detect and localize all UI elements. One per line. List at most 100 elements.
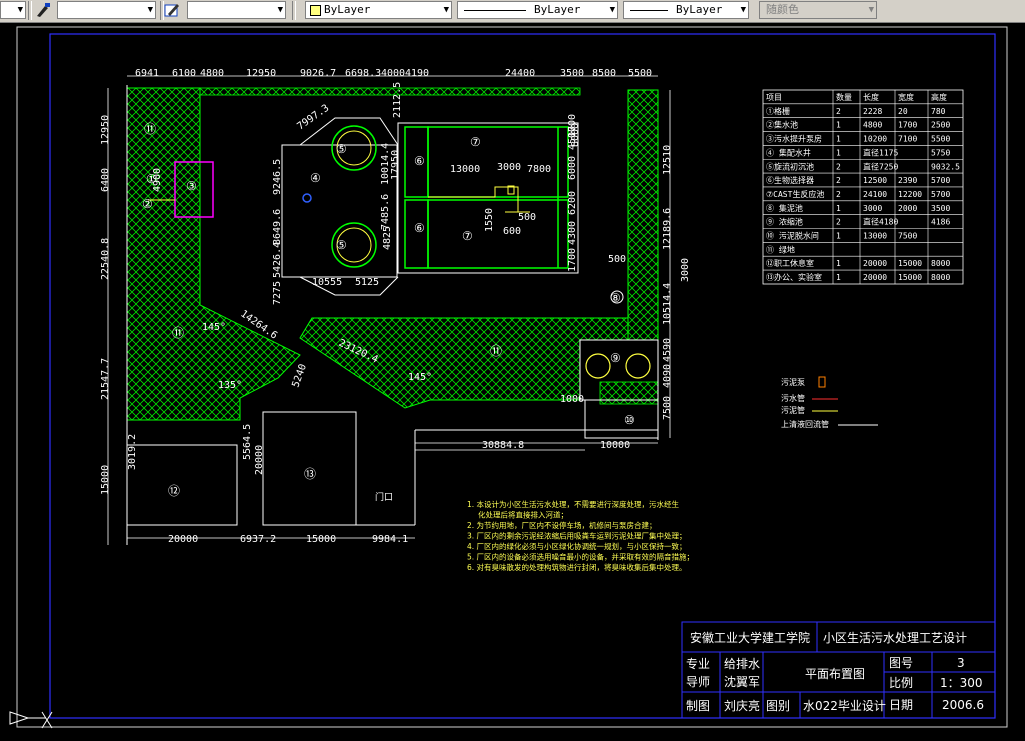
- dim-angle-3: 145°: [408, 372, 432, 383]
- table-cell: ⑪ 绿地: [766, 244, 795, 254]
- textstyle-dropdown[interactable]: ▼: [57, 1, 156, 19]
- chevron-down-icon: ▼: [443, 5, 449, 15]
- chevron-down-icon: ▼: [277, 5, 283, 15]
- table-cell: 1: [836, 204, 841, 213]
- dim-6200: 6200: [567, 191, 578, 215]
- table-cell: 7100: [898, 135, 917, 144]
- dim-right-4: 4590: [662, 338, 673, 362]
- project-name: 小区生活污水处理工艺设计: [823, 631, 967, 645]
- scale-value: 1：300: [940, 676, 983, 690]
- dim-10555: 10555: [312, 277, 342, 288]
- drafter-label: 制图: [686, 699, 710, 713]
- linetype-dropdown[interactable]: ByLayer ▼: [457, 1, 618, 19]
- label-11b: ⑪: [172, 326, 184, 340]
- dim-3000: 3000: [497, 162, 521, 173]
- equipment-table: 项目 数量 长度 宽度 高度 ①格栅 2 2228 20 780 ②集水池 1 4800 1700 2500…: [762, 89, 964, 285]
- match-properties-button[interactable]: [34, 2, 52, 18]
- dim-6000a: 6000: [567, 156, 578, 180]
- major-value: 给排水: [724, 657, 760, 671]
- dim-20000v: 20000: [254, 445, 265, 475]
- table-cell: 2: [836, 176, 841, 185]
- drawing-canvas[interactable]: 6941 6100 4800 12950 9026.7 6698.3 4000 …: [0, 22, 1025, 741]
- dim-top-1: 6100: [172, 68, 196, 79]
- drafter-value: 刘庆亮: [724, 698, 760, 713]
- table-cell: 12500: [863, 176, 887, 185]
- pump-symbol-icon: [818, 376, 826, 388]
- table-cell: 15000: [898, 273, 922, 282]
- label-12: ⑫: [168, 484, 180, 498]
- dim-left-2: 22540.8: [100, 238, 111, 280]
- table-cell: 7500: [898, 232, 917, 241]
- table-cell: 10200: [863, 135, 887, 144]
- drawing-no-value: 3: [957, 656, 965, 670]
- table-cell: 9032.5: [931, 162, 960, 171]
- toolbar-separator: [292, 1, 296, 20]
- lineweight-dropdown[interactable]: ByLayer ▼: [623, 1, 749, 19]
- right-dimensions: 12510 12189.6 3000 10514.4 4590 4090 750…: [662, 145, 691, 420]
- dim-13000: 13000: [450, 164, 480, 175]
- table-cell: 8000: [931, 259, 950, 268]
- table-cell: ③污水提升泵房: [766, 134, 822, 144]
- category-label: 图别: [766, 699, 790, 713]
- dim-right-0: 12510: [662, 145, 673, 175]
- table-cell: 4186: [931, 218, 950, 227]
- dim-17950: 17950: [390, 150, 401, 180]
- toolbar-dropdown-left[interactable]: ▼: [0, 1, 26, 19]
- dimension-edit-icon: [164, 4, 179, 17]
- dim-top-0: 6941: [135, 68, 159, 79]
- dim-top-9: 3500: [560, 68, 584, 79]
- cast-piping: [428, 185, 530, 213]
- dim-top-7: 4190: [405, 68, 429, 79]
- advisor-value: 沈翼军: [724, 674, 760, 689]
- table-cell: 24100: [863, 190, 887, 199]
- plotstyle-dropdown[interactable]: 随颜色 ▼: [759, 1, 877, 19]
- dim-right-6: 7500: [662, 396, 673, 420]
- linetype-value: ByLayer: [534, 3, 581, 16]
- table-cell: 1700: [898, 121, 917, 130]
- table-cell: 20: [898, 107, 908, 116]
- table-cell: ①格栅: [766, 106, 790, 116]
- properties-toolbar: ▼ ▼ ▼ ByLayer ▼ ByLayer ▼ ByLayer ▼ 随颜色 ▼: [0, 0, 1025, 23]
- drawing-no-label: 图号: [889, 656, 913, 670]
- chevron-down-icon: ▼: [17, 5, 23, 15]
- dim-bottom-3: 9984.1: [372, 534, 408, 545]
- dim-top-2: 4800: [200, 68, 224, 79]
- chevron-down-icon: ▼: [868, 5, 874, 15]
- dimstyle-button[interactable]: [164, 2, 182, 18]
- table-cell: 3500: [931, 204, 950, 213]
- dim-4300: 4300: [567, 221, 578, 245]
- table-cell: 15000: [898, 259, 922, 268]
- plotstyle-value: 随颜色: [766, 3, 799, 16]
- dim-10000: 10000: [600, 440, 630, 451]
- dim-7800: 7800: [527, 164, 551, 175]
- table-cell: 2: [836, 190, 841, 199]
- table-cell: 5700: [931, 176, 950, 185]
- distribution-well: [302, 193, 312, 203]
- label-6b: ⑥: [414, 221, 425, 235]
- dim-bottom-2: 15000: [306, 534, 336, 545]
- color-dropdown[interactable]: ByLayer ▼: [305, 1, 452, 19]
- legend-label-3: 污泥管: [781, 405, 805, 415]
- table-cell: 1: [836, 135, 841, 144]
- legend-label-2: 污水管: [781, 393, 805, 403]
- dim-right-2: 3000: [680, 258, 691, 282]
- dimstyle-dropdown[interactable]: ▼: [187, 1, 286, 19]
- dim-1000: 1000: [560, 394, 584, 405]
- table-cell: 1: [836, 259, 841, 268]
- dim-right-1: 12189.6: [662, 208, 673, 250]
- dim-8000: 8000: [570, 123, 581, 147]
- label-3: ③: [186, 179, 197, 193]
- table-cell: 1: [836, 273, 841, 282]
- table-header-cell: 长度: [863, 92, 879, 102]
- lineweight-value: ByLayer: [676, 3, 723, 16]
- top-dimensions: 6941 6100 4800 12950 9026.7 6698.3 4000 …: [135, 68, 652, 79]
- chevron-down-icon: ▼: [147, 5, 153, 15]
- table-header-cell: 数量: [836, 92, 852, 102]
- table-cell: 直径4180: [863, 217, 898, 227]
- table-cell: 直径1175: [863, 147, 898, 157]
- note-line: 2. 为节约用地，厂区内不设停车场，机修间与泵房合建；: [467, 520, 657, 530]
- dim-top-8: 24400: [505, 68, 535, 79]
- label-2: ②: [142, 197, 153, 211]
- dim-left-1: 6400: [100, 168, 111, 192]
- dim-angle-2: 135°: [218, 380, 242, 391]
